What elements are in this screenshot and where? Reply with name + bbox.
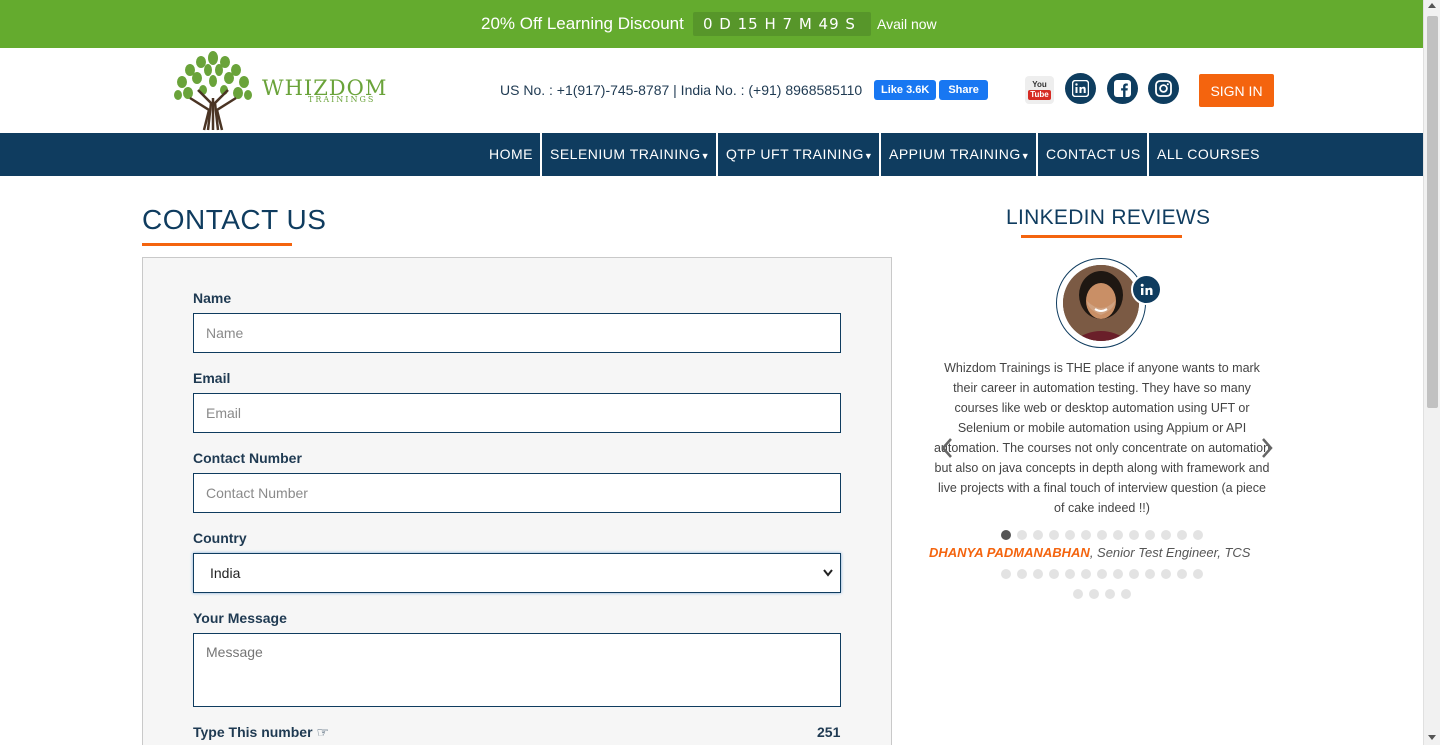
country-selected-value: India [210, 565, 241, 581]
carousel-dot[interactable] [1073, 589, 1083, 599]
logo-subtitle: TRAININGS [308, 95, 376, 104]
nav-item-home[interactable]: HOME [481, 133, 533, 176]
sign-in-button[interactable]: SIGN IN [1199, 74, 1274, 107]
country-label: Country [193, 530, 247, 546]
carousel-dot[interactable] [1121, 589, 1131, 599]
email-field[interactable] [193, 393, 841, 433]
reviewer-name: DHANYA PADMANABHAN [929, 545, 1090, 560]
message-field[interactable] [193, 633, 841, 707]
captcha-label-text: Type This number [193, 724, 313, 740]
carousel-dots [1001, 530, 1203, 540]
reviews-title-underline [1021, 235, 1182, 238]
main-nav: HOME SELENIUM TRAINING▼ QTP UFT TRAINING… [0, 133, 1423, 176]
nav-item-qtp-uft-training[interactable]: QTP UFT TRAINING▼ [718, 133, 873, 176]
fb-like-button[interactable]: Like 3.6K [874, 80, 937, 100]
carousel-next-button[interactable] [1260, 437, 1274, 465]
reviewer-credit: DHANYA PADMANABHAN, Senior Test Engineer… [929, 545, 1250, 560]
youtube-icon[interactable]: You Tube [1025, 76, 1054, 104]
carousel-dot[interactable] [1129, 530, 1139, 540]
nav-item-all-courses[interactable]: ALL COURSES [1149, 133, 1260, 176]
nav-label: QTP UFT TRAINING [726, 146, 864, 162]
carousel-dot[interactable] [1049, 530, 1059, 540]
reviews-title: LINKEDIN REVIEWS [1006, 206, 1211, 229]
carousel-dot[interactable] [1177, 530, 1187, 540]
carousel-dot[interactable] [1033, 530, 1043, 540]
youtube-icon-top: You [1032, 80, 1047, 89]
promo-text: 20% Off Learning Discount [481, 14, 684, 33]
nav-label: SELENIUM TRAINING [550, 146, 701, 162]
nav-item-contact-us[interactable]: CONTACT US [1038, 133, 1141, 176]
carousel-dot[interactable] [1113, 569, 1123, 579]
contact-number-label: Contact Number [193, 450, 302, 466]
nav-label: HOME [489, 146, 533, 162]
name-label: Name [193, 290, 232, 306]
carousel-dot[interactable] [1105, 589, 1115, 599]
chevron-down-icon [822, 554, 834, 607]
page-scrollbar[interactable] [1423, 0, 1440, 745]
youtube-icon-bottom: Tube [1028, 90, 1051, 100]
name-field[interactable] [193, 313, 841, 353]
message-label: Your Message [193, 610, 287, 626]
carousel-dot[interactable] [1097, 569, 1107, 579]
carousel-dot[interactable] [1065, 530, 1075, 540]
carousel-dot[interactable] [1081, 530, 1091, 540]
carousel-dot[interactable] [1113, 530, 1123, 540]
carousel-dot[interactable] [1161, 530, 1171, 540]
email-label: Email [193, 370, 231, 386]
logo-tree-icon[interactable] [168, 48, 258, 132]
carousel-dot[interactable] [1033, 569, 1043, 579]
carousel-dot[interactable] [1129, 569, 1139, 579]
carousel-dots [1001, 569, 1203, 579]
promo-bar: 20% Off Learning Discount 0 D 15 H 7 M 4… [0, 0, 1423, 48]
caret-down-icon: ▼ [700, 151, 711, 161]
hand-pointer-icon: ☞ [316, 724, 329, 740]
country-select[interactable]: India [193, 553, 841, 593]
review-text: Whizdom Trainings is THE place if anyone… [933, 361, 1271, 515]
scroll-thumb[interactable] [1427, 16, 1438, 408]
fb-share-button[interactable]: Share [939, 80, 988, 100]
facebook-icon[interactable] [1107, 73, 1138, 104]
linkedin-badge-icon [1131, 274, 1162, 305]
title-underline [142, 243, 292, 246]
carousel-dot[interactable] [1001, 569, 1011, 579]
nav-label: CONTACT US [1046, 146, 1141, 162]
caret-down-icon: ▼ [1020, 151, 1031, 161]
carousel-dot[interactable] [1049, 569, 1059, 579]
caret-down-icon: ▼ [863, 151, 874, 161]
carousel-dot[interactable] [1145, 530, 1155, 540]
carousel-dot[interactable] [1017, 530, 1027, 540]
captcha-number: 251 [817, 724, 841, 740]
carousel-dot[interactable] [1001, 530, 1011, 540]
scroll-up-arrow-icon[interactable] [1428, 3, 1436, 8]
carousel-dot[interactable] [1017, 569, 1027, 579]
nav-label: APPIUM TRAINING [889, 146, 1021, 162]
carousel-prev-button[interactable] [940, 437, 954, 465]
nav-item-appium-training[interactable]: APPIUM TRAINING▼ [881, 133, 1030, 176]
nav-item-selenium-training[interactable]: SELENIUM TRAINING▼ [542, 133, 710, 176]
carousel-dot[interactable] [1193, 530, 1203, 540]
avatar [1063, 265, 1139, 341]
carousel-dot[interactable] [1193, 569, 1203, 579]
scroll-down-arrow-icon[interactable] [1428, 735, 1436, 740]
avail-now-link[interactable]: Avail now [877, 16, 937, 32]
carousel-dot[interactable] [1081, 569, 1091, 579]
page-title: CONTACT US [142, 204, 327, 235]
carousel-dot[interactable] [1145, 569, 1155, 579]
nav-label: ALL COURSES [1157, 146, 1261, 162]
site-header: WHIZDOM TRAININGS US No. : +1(917)-745-8… [0, 48, 1423, 133]
instagram-icon[interactable] [1148, 73, 1179, 104]
contact-number-field[interactable] [193, 473, 841, 513]
carousel-dot[interactable] [1161, 569, 1171, 579]
countdown-timer: 0 D 15 H 7 M 49 S [693, 12, 871, 36]
carousel-dot[interactable] [1177, 569, 1187, 579]
reviewer-role: , Senior Test Engineer, TCS [1089, 545, 1251, 560]
facebook-like-widget[interactable]: Like 3.6K Share [874, 80, 988, 100]
phone-numbers: US No. : +1(917)-745-8787 | India No. : … [500, 82, 863, 98]
captcha-label: Type This number ☞ [193, 724, 329, 741]
carousel-dot[interactable] [1097, 530, 1107, 540]
carousel-dot[interactable] [1065, 569, 1075, 579]
linkedin-icon[interactable] [1065, 73, 1096, 104]
carousel-dot[interactable] [1089, 589, 1099, 599]
carousel-dots [1073, 589, 1131, 599]
